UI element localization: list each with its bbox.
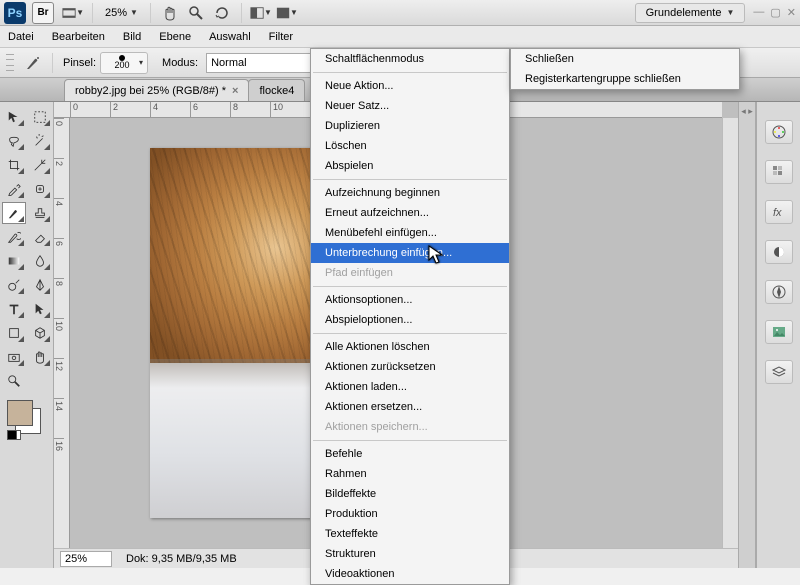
slice-tool[interactable] [28,154,52,176]
vertical-scrollbar[interactable] [722,118,738,548]
workspace-switcher[interactable]: Grundelemente▼ [635,3,746,23]
color-swatches[interactable] [7,400,47,440]
menu-item[interactable]: Befehle [311,444,509,464]
menu-item[interactable]: Aufzeichnung beginnen [311,183,509,203]
color-panel-icon[interactable] [765,120,793,144]
screen-mode-icon[interactable]: ▼ [249,2,273,24]
menu-item[interactable]: Neue Aktion... [311,76,509,96]
restore-button[interactable]: ▢ [770,6,780,19]
arrange-docs-icon[interactable]: ▼ [275,2,299,24]
menu-item[interactable]: Abspielen [311,156,509,176]
panel-collapse-strip[interactable]: ◂ ▸ [738,102,756,568]
menu-item[interactable]: Aktionsoptionen... [311,290,509,310]
menu-edit[interactable]: Bearbeiten [52,31,105,43]
menu-layer[interactable]: Ebene [159,31,191,43]
svg-text:fx: fx [773,207,782,219]
status-doc-size: Dok: 9,35 MB/9,35 MB [126,553,237,565]
type-tool[interactable] [2,298,26,320]
3d-tool[interactable] [28,322,52,344]
hand-tool[interactable] [28,346,52,368]
vertical-ruler[interactable]: 0246810121416 [54,118,70,548]
menu-item[interactable]: Aktionen laden... [311,377,509,397]
menu-item[interactable]: Aktionen zurücksetzen [311,357,509,377]
bridge-launch-icon[interactable]: Br [32,2,54,24]
crop-tool[interactable] [2,154,26,176]
menu-item[interactable]: Rahmen [311,464,509,484]
zoom-icon[interactable] [184,2,208,24]
zoom-tool[interactable] [2,370,26,392]
menu-item[interactable]: Aktionen ersetzen... [311,397,509,417]
document-tab[interactable]: robby2.jpg bei 25% (RGB/8#) *× [64,79,249,101]
healing-tool[interactable] [28,178,52,200]
menu-item[interactable]: Menübefehl einfügen... [311,223,509,243]
right-dock: fx [756,102,800,568]
layers-panel-icon[interactable] [765,360,793,384]
menu-item[interactable]: Neuer Satz... [311,96,509,116]
menu-item[interactable]: Alle Aktionen löschen [311,337,509,357]
zoom-level[interactable]: 25%▼ [99,7,144,19]
menu-item[interactable]: Produktion [311,504,509,524]
menu-item[interactable]: Strukturen [311,544,509,564]
mode-label: Modus: [162,57,198,69]
close-icon[interactable]: × [232,85,238,97]
document-tab[interactable]: flocke4 [248,79,305,101]
brush-preset-picker[interactable]: 200 ▾ [100,52,148,74]
close-button[interactable]: ✕ [787,6,796,19]
menu-item[interactable]: Videoaktionen [311,564,509,584]
actions-submenu: Schließen Registerkartengruppe schließen [510,48,740,90]
menu-item[interactable]: Bildeffekte [311,484,509,504]
stamp-tool[interactable] [28,202,52,224]
blur-tool[interactable] [28,250,52,272]
path-select-tool[interactable] [28,298,52,320]
window-controls: — ▢ ✕ [753,6,796,19]
camera-tool[interactable] [2,346,26,368]
hand-icon[interactable] [158,2,182,24]
toolbox [0,102,54,568]
image-panel-icon[interactable] [765,320,793,344]
menu-item[interactable]: Registerkartengruppe schließen [511,69,739,89]
lasso-tool[interactable] [2,130,26,152]
menu-filter[interactable]: Filter [269,31,293,43]
dodge-tool[interactable] [2,274,26,296]
menu-image[interactable]: Bild [123,31,141,43]
move-tool[interactable] [2,106,26,128]
minimize-button[interactable]: — [753,6,764,19]
actions-flyout-menu: Schaltflächenmodus Neue Aktion...Neuer Sa… [310,48,510,585]
menu-item[interactable]: Duplizieren [311,116,509,136]
pen-tool[interactable] [28,274,52,296]
menu-select[interactable]: Auswahl [209,31,251,43]
menu-item[interactable]: Texteffekte [311,524,509,544]
eraser-tool[interactable] [28,226,52,248]
shape-tool[interactable] [2,322,26,344]
menu-file[interactable]: Datei [8,31,34,43]
navigator-panel-icon[interactable] [765,280,793,304]
menu-item[interactable]: Schließen [511,49,739,69]
wand-tool[interactable] [28,130,52,152]
current-tool-icon[interactable] [21,52,45,74]
menu-item[interactable]: Abspieloptionen... [311,310,509,330]
filmstrip-icon[interactable]: ▼ [61,2,85,24]
menu-item[interactable]: Schaltflächenmodus [311,49,509,69]
menu-item[interactable]: Unterbrechung einfügen... [311,243,509,263]
styles-panel-icon[interactable]: fx [765,200,793,224]
adjustments-panel-icon[interactable] [765,240,793,264]
menu-item[interactable]: Erneut aufzeichnen... [311,203,509,223]
history-brush-tool[interactable] [2,226,26,248]
eyedropper-tool[interactable] [2,178,26,200]
swatches-panel-icon[interactable] [765,160,793,184]
grip-icon[interactable] [6,52,14,74]
menubar: Datei Bearbeiten Bild Ebene Auswahl Filt… [0,26,800,48]
marquee-tool[interactable] [28,106,52,128]
status-zoom[interactable]: 25% [60,551,112,567]
brush-tool[interactable] [2,202,26,224]
photoshop-app-icon[interactable]: Ps [4,2,26,24]
app-toolbar: Ps Br ▼ 25%▼ ▼ ▼ Grundelemente▼ — ▢ ✕ [0,0,800,26]
gradient-tool[interactable] [2,250,26,272]
menu-item: Pfad einfügen [311,263,509,283]
foreground-color[interactable] [7,400,33,426]
menu-item: Aktionen speichern... [311,417,509,437]
rotate-icon[interactable] [210,2,234,24]
menu-item[interactable]: Löschen [311,136,509,156]
brush-label: Pinsel: [63,57,96,69]
